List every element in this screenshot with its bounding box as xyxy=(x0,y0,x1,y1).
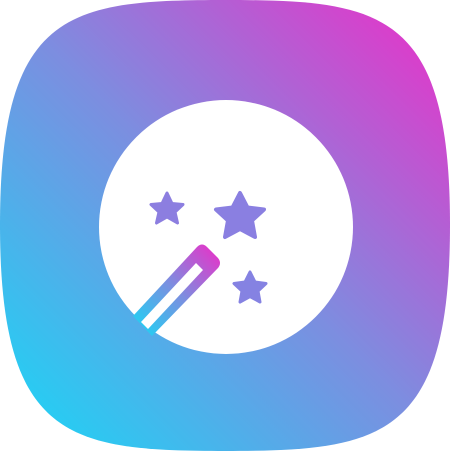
magic-wand-app-icon xyxy=(0,0,450,451)
app-icon[interactable] xyxy=(0,0,450,451)
